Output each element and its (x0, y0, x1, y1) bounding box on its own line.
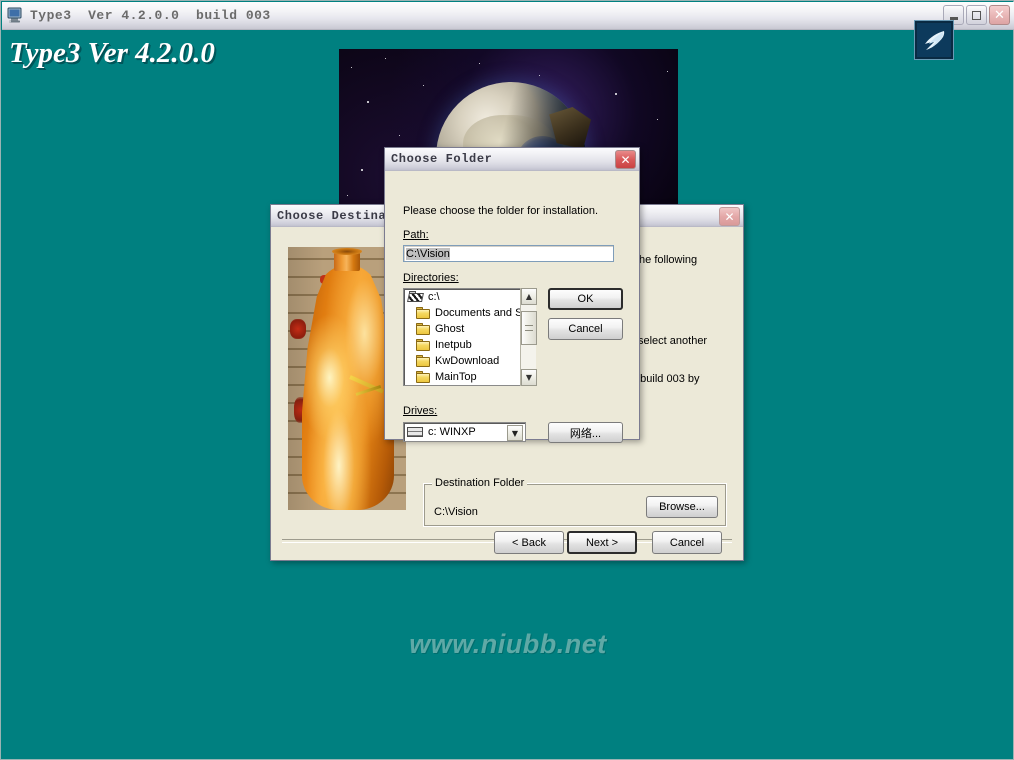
close-button[interactable]: ✕ (989, 5, 1010, 25)
close-icon: ✕ (620, 152, 631, 167)
drives-selected-value: c: WINXP (428, 426, 476, 438)
computer-icon (6, 7, 24, 24)
list-item-label: Ghost (435, 323, 465, 335)
list-item[interactable]: Documents and Se (404, 305, 535, 321)
destination-folder-group: Destination Folder C:\Vision Browse... (423, 477, 727, 527)
list-item-label: c:\ (428, 291, 440, 303)
browse-button[interactable]: Browse... (646, 496, 718, 518)
cancel-button[interactable]: Cancel (548, 318, 623, 340)
folder-icon (416, 307, 431, 319)
list-item-label: Inetpub (435, 339, 472, 351)
product-banner: Type3 Ver 4.2.0.0 (9, 37, 215, 69)
choose-folder-titlebar[interactable]: Choose Folder ✕ (385, 148, 639, 171)
destination-body-line-3: 0 build 003 by (631, 373, 700, 385)
ok-button[interactable]: OK (548, 288, 623, 310)
minimize-icon (949, 16, 958, 20)
vase-lip-shape (332, 248, 362, 255)
drive-icon (407, 427, 423, 437)
list-item-label: Documents and Se (435, 307, 529, 319)
list-item[interactable]: KwDownload (404, 353, 535, 369)
folder-icon (416, 371, 431, 383)
bird-logo-icon (915, 21, 953, 59)
open-drive-icon (407, 291, 424, 303)
list-item[interactable]: Ghost (404, 321, 535, 337)
choose-folder-body: Please choose the folder for installatio… (385, 171, 639, 443)
drives-label: Drives: (403, 405, 438, 417)
main-titlebar[interactable]: Type3 Ver 4.2.0.0 build 003 ✕ (2, 2, 1014, 30)
scroll-down-button[interactable]: ▼ (521, 369, 537, 386)
chevron-down-icon: ▼ (525, 373, 533, 382)
path-label: Path: (403, 229, 429, 241)
chevron-down-icon[interactable]: ▼ (507, 425, 523, 441)
destination-dialog-close-button[interactable]: ✕ (719, 207, 740, 226)
back-button[interactable]: < Back (494, 531, 564, 554)
watermark-text: www.niubb.net (409, 629, 607, 659)
choose-folder-title: Choose Folder (391, 152, 493, 166)
folder-icon (416, 339, 431, 351)
destination-dialog-title: Choose Destina (277, 208, 387, 223)
window-controls: ✕ (943, 5, 1010, 25)
destination-body-line-2: select another (638, 335, 708, 347)
main-title-text: Type3 Ver 4.2.0.0 build 003 (30, 8, 271, 23)
scrollbar-grip-icon (525, 325, 533, 331)
next-button[interactable]: Next > (567, 531, 637, 554)
choose-folder-instruction: Please choose the folder for installatio… (403, 205, 599, 217)
close-icon: ✕ (724, 209, 735, 224)
directories-listbox[interactable]: c:\ Documents and Se Ghost Inetpub KwDow… (403, 288, 536, 386)
destination-folder-path: C:\Vision (434, 506, 478, 518)
close-icon: ✕ (994, 7, 1005, 23)
path-input-value: C:\Vision (406, 247, 450, 260)
directories-label: Directories: (403, 272, 459, 284)
path-input[interactable]: C:\Vision (403, 245, 614, 262)
maximize-icon (972, 10, 981, 20)
list-item[interactable]: Inetpub (404, 337, 535, 353)
directories-scrollbar[interactable]: ▲ ▼ (520, 288, 537, 386)
chevron-up-icon: ▲ (525, 292, 533, 301)
list-item[interactable]: MainTop (404, 369, 535, 385)
scroll-up-button[interactable]: ▲ (521, 288, 537, 305)
list-item-label: MainTop (435, 371, 477, 383)
scrollbar-track[interactable] (521, 305, 537, 369)
screen: Type3 Ver 4.2.0.0 build 003 ✕ Type3 Ver … (0, 0, 1014, 760)
destination-folder-group-label: Destination Folder (432, 477, 528, 489)
folder-icon (416, 323, 431, 335)
list-item[interactable]: c:\ (404, 289, 535, 305)
network-button[interactable]: 网络... (548, 422, 623, 443)
main-application-window: Type3 Ver 4.2.0.0 build 003 ✕ Type3 Ver … (0, 0, 1014, 760)
folder-icon (416, 355, 431, 367)
destination-body-line-1: the following (636, 254, 698, 266)
scrollbar-thumb[interactable] (521, 311, 537, 345)
choose-folder-dialog: Choose Folder ✕ Please choose the folder… (384, 147, 640, 443)
list-item-label: KwDownload (435, 355, 500, 367)
drives-combobox[interactable]: c: WINXP ▼ (403, 422, 526, 442)
maximize-button[interactable] (966, 5, 987, 25)
cancel-button[interactable]: Cancel (652, 531, 722, 554)
choose-folder-close-button[interactable]: ✕ (615, 150, 636, 169)
